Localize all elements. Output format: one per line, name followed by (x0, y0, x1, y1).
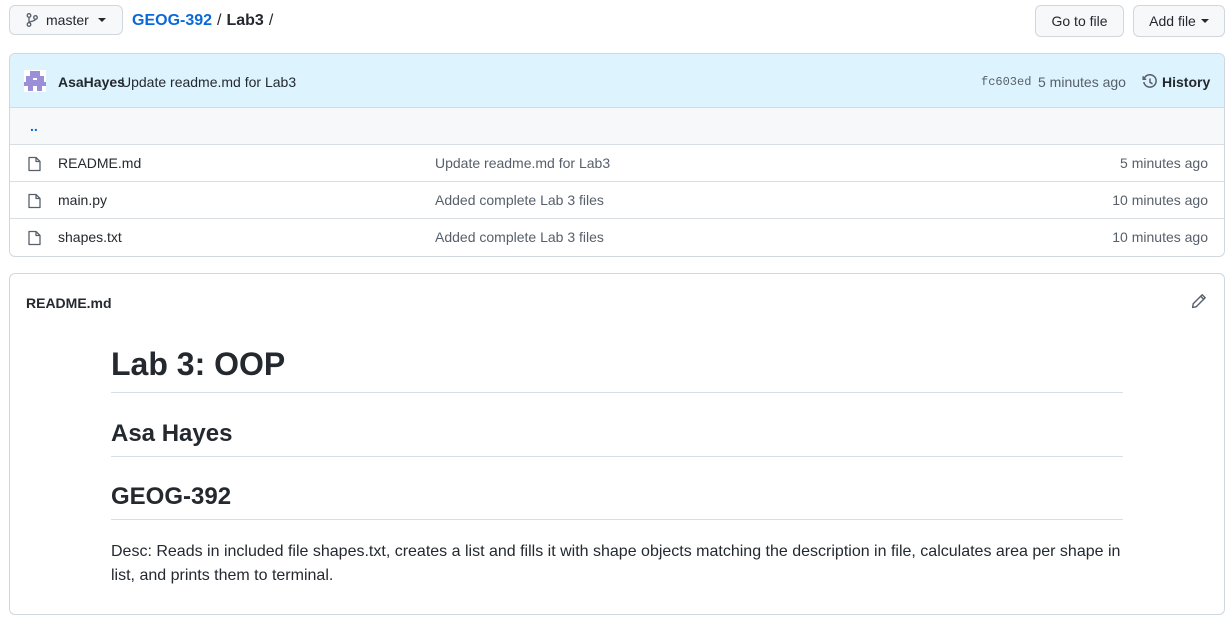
add-file-button[interactable]: Add file (1133, 5, 1225, 37)
commit-message-link[interactable]: Update readme.md for Lab3 (121, 74, 296, 90)
file-commit-message-link[interactable]: Added complete Lab 3 files (435, 192, 604, 208)
commit-age: 5 minutes ago (1038, 74, 1126, 90)
commit-author-link[interactable]: AsaHayes (58, 74, 125, 90)
avatar[interactable] (24, 70, 46, 92)
chevron-down-icon (1200, 19, 1209, 23)
readme-heading-title: Lab 3: OOP (111, 344, 1123, 393)
file-name-link[interactable]: README.md (58, 155, 141, 171)
file-name-link[interactable]: shapes.txt (58, 229, 122, 245)
file-icon (28, 230, 41, 246)
chevron-down-icon (97, 18, 106, 22)
file-age: 5 minutes ago (1120, 155, 1208, 171)
file-icon (28, 156, 41, 172)
add-file-label: Add file (1149, 13, 1196, 29)
top-bar: master GEOG-392 / Lab3 / Go to file Add … (9, 5, 1225, 38)
latest-commit-bar: AsaHayes Update readme.md for Lab3 fc603… (10, 54, 1224, 108)
breadcrumb-repo-link[interactable]: GEOG-392 (132, 12, 212, 30)
readme-filename: README.md (26, 295, 112, 311)
readme-heading-author: Asa Hayes (111, 419, 1123, 457)
file-commit-message-link[interactable]: Update readme.md for Lab3 (435, 155, 610, 171)
go-to-file-label: Go to file (1051, 13, 1108, 29)
file-row[interactable]: main.py Added complete Lab 3 files 10 mi… (10, 182, 1224, 219)
parent-directory-link[interactable]: .. (30, 118, 38, 134)
pencil-icon[interactable] (1191, 293, 1207, 309)
branch-select-button[interactable]: master (9, 5, 123, 35)
file-age: 10 minutes ago (1112, 192, 1208, 208)
file-name-link[interactable]: main.py (58, 192, 107, 208)
file-list: README.md Update readme.md for Lab3 5 mi… (10, 145, 1224, 256)
file-icon (28, 193, 41, 209)
breadcrumb-separator: / (268, 12, 274, 29)
readme-content: Lab 3: OOP Asa Hayes GEOG-392 Desc: Read… (111, 344, 1123, 588)
file-browser: AsaHayes Update readme.md for Lab3 fc603… (9, 53, 1225, 257)
history-icon (1142, 74, 1157, 88)
breadcrumb-current-folder: Lab3 (226, 12, 264, 29)
breadcrumb-separator: / (217, 12, 222, 29)
commit-sha-link[interactable]: fc603ed (981, 75, 1031, 89)
file-row[interactable]: shapes.txt Added complete Lab 3 files 10… (10, 219, 1224, 256)
file-row[interactable]: README.md Update readme.md for Lab3 5 mi… (10, 145, 1224, 182)
git-branch-icon (26, 13, 38, 27)
go-to-file-button[interactable]: Go to file (1035, 5, 1124, 37)
readme-panel: README.md Lab 3: OOP Asa Hayes GEOG-392 … (9, 273, 1225, 615)
file-age: 10 minutes ago (1112, 229, 1208, 245)
branch-name: master (46, 12, 89, 28)
history-label: History (1162, 74, 1211, 90)
history-link[interactable]: History (1142, 74, 1210, 90)
parent-directory-row[interactable]: .. (10, 108, 1224, 145)
readme-description: Desc: Reads in included file shapes.txt,… (111, 543, 1121, 584)
breadcrumb: GEOG-392 / Lab3 / (132, 12, 278, 30)
readme-heading-course: GEOG-392 (111, 482, 1123, 520)
file-commit-message-link[interactable]: Added complete Lab 3 files (435, 229, 604, 245)
